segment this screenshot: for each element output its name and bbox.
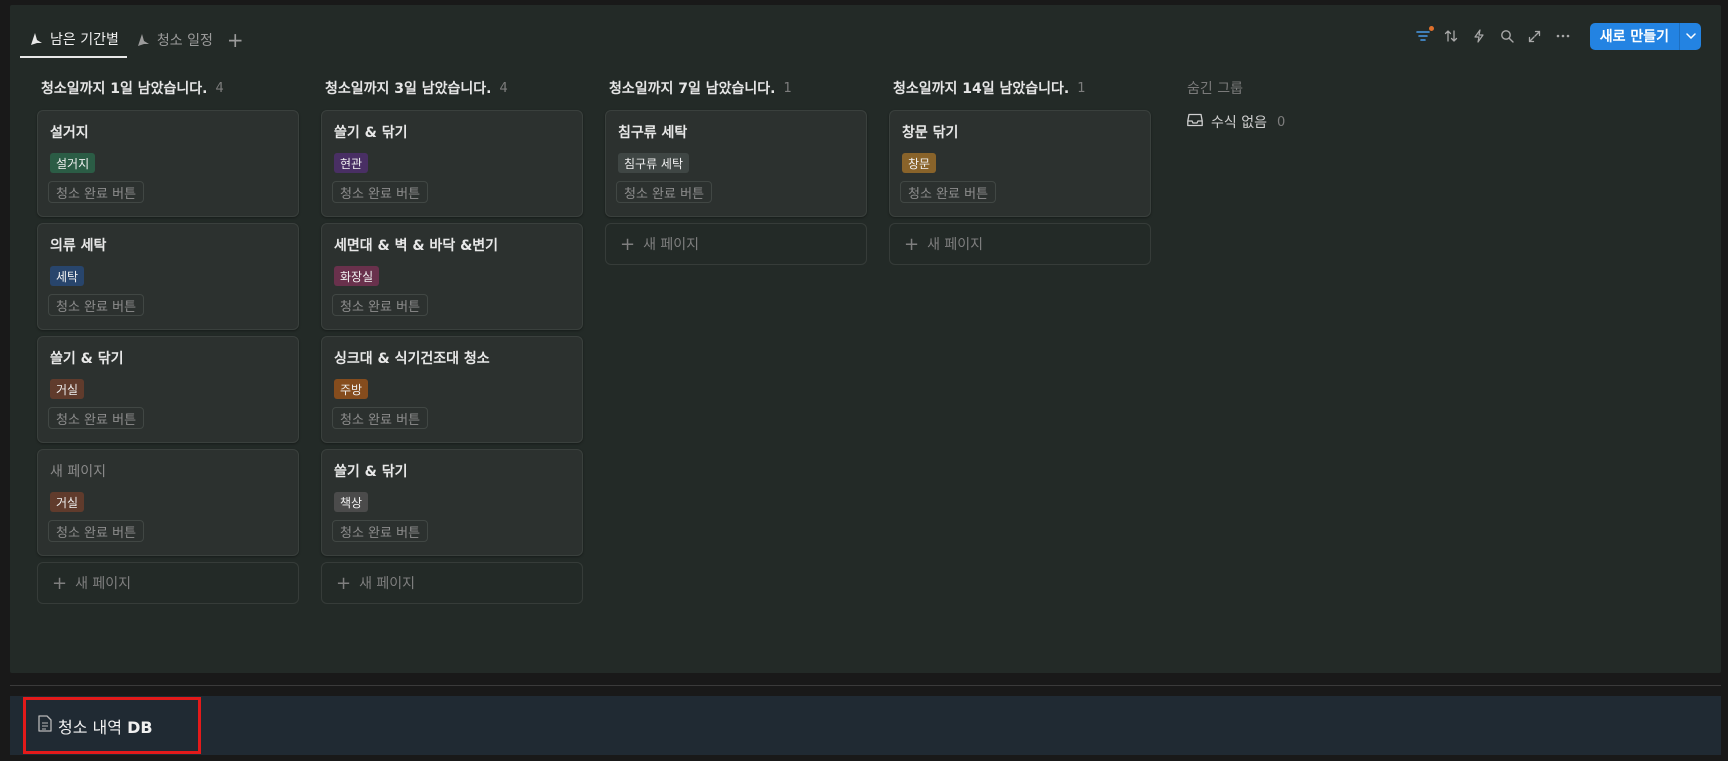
board-column: 청소일까지 14일 남았습니다. 1 창문 닦기 창문 청소 완료 버튼 + 새… bbox=[889, 74, 1151, 265]
card-title: 의류 세탁 bbox=[50, 238, 107, 254]
hidden-group-count: 0 bbox=[1276, 114, 1286, 130]
new-page-button[interactable]: + 새 페이지 bbox=[889, 223, 1151, 265]
new-button[interactable]: 새로 만들기 bbox=[1589, 22, 1679, 50]
new-page-label: 새 페이지 bbox=[927, 237, 984, 253]
card-title: 설거지 bbox=[50, 125, 89, 141]
tab-label: 청소 일정 bbox=[156, 33, 213, 49]
filter-active-dot bbox=[1428, 26, 1434, 31]
inbox-icon bbox=[1187, 113, 1203, 131]
column-header[interactable]: 청소일까지 1일 남았습니다. 4 bbox=[37, 74, 299, 102]
card-tag: 설거지 bbox=[50, 153, 96, 173]
card-title: 창문 닦기 bbox=[902, 125, 959, 141]
board-column: 청소일까지 1일 남았습니다. 4 설거지 설거지 청소 완료 버튼 의류 세탁… bbox=[37, 74, 299, 604]
hidden-groups-title: 숨긴 그룹 bbox=[1187, 81, 1243, 97]
board-card[interactable]: 의류 세탁 세탁 청소 완료 버튼 bbox=[37, 223, 299, 330]
column-header[interactable]: 청소일까지 14일 남았습니다. 1 bbox=[889, 74, 1151, 102]
automation-lightning-icon[interactable] bbox=[1470, 27, 1488, 45]
column-count: 4 bbox=[215, 80, 224, 96]
plus-icon: + bbox=[52, 572, 68, 594]
board-view-icon bbox=[28, 31, 44, 47]
complete-cleaning-button[interactable]: 청소 완료 버튼 bbox=[48, 294, 145, 316]
divider bbox=[10, 685, 1721, 686]
complete-cleaning-button[interactable]: 청소 완료 버튼 bbox=[332, 181, 429, 203]
card-title: 침구류 세탁 bbox=[618, 125, 688, 141]
complete-cleaning-button[interactable]: 청소 완료 버튼 bbox=[900, 181, 997, 203]
column-title: 청소일까지 3일 남았습니다. bbox=[325, 81, 492, 97]
column-title: 청소일까지 14일 남았습니다. bbox=[893, 81, 1070, 97]
board-view-icon bbox=[135, 32, 151, 48]
board-card[interactable]: 쓸기 & 닦기 책상 청소 완료 버튼 bbox=[321, 449, 583, 556]
board-card[interactable]: 쓸기 & 닦기 현관 청소 완료 버튼 bbox=[321, 110, 583, 217]
card-tag: 화장실 bbox=[334, 266, 380, 286]
board-column: 청소일까지 3일 남았습니다. 4 쓸기 & 닦기 현관 청소 완료 버튼 세면… bbox=[321, 74, 583, 604]
expand-icon[interactable] bbox=[1526, 27, 1544, 45]
new-page-label: 새 페이지 bbox=[643, 237, 700, 253]
card-title: 쓸기 & 닦기 bbox=[50, 351, 124, 367]
linked-page-row bbox=[10, 696, 1721, 755]
card-title: 세면대 & 벽 & 바닥 &변기 bbox=[334, 238, 499, 254]
new-page-label: 새 페이지 bbox=[75, 576, 132, 592]
column-title: 청소일까지 1일 남았습니다. bbox=[41, 81, 208, 97]
complete-cleaning-button[interactable]: 청소 완료 버튼 bbox=[332, 407, 429, 429]
card-tag: 침구류 세탁 bbox=[618, 153, 690, 173]
card-tag: 현관 bbox=[334, 153, 369, 173]
complete-cleaning-button[interactable]: 청소 완료 버튼 bbox=[332, 294, 429, 316]
complete-cleaning-button[interactable]: 청소 완료 버튼 bbox=[616, 181, 713, 203]
new-page-button[interactable]: + 새 페이지 bbox=[37, 562, 299, 604]
new-button-dropdown[interactable] bbox=[1679, 22, 1701, 50]
card-tag: 주방 bbox=[334, 379, 369, 399]
sort-icon[interactable] bbox=[1442, 27, 1460, 45]
view-toolbar: 새로 만들기 bbox=[1414, 22, 1701, 50]
board-card[interactable]: 쓸기 & 닦기 거실 청소 완료 버튼 bbox=[37, 336, 299, 443]
search-icon[interactable] bbox=[1498, 27, 1516, 45]
card-title: 쓸기 & 닦기 bbox=[334, 464, 408, 480]
tab-cleaning-schedule[interactable]: 청소 일정 bbox=[127, 22, 221, 58]
board-card[interactable]: 창문 닦기 창문 청소 완료 버튼 bbox=[889, 110, 1151, 217]
page-icon bbox=[38, 715, 52, 736]
card-tag: 책상 bbox=[334, 492, 369, 512]
new-button-group: 새로 만들기 bbox=[1589, 22, 1701, 50]
hidden-group-label: 수식 없음 bbox=[1211, 115, 1267, 131]
card-tag: 거실 bbox=[50, 492, 85, 512]
column-count: 1 bbox=[1077, 80, 1086, 96]
plus-icon: + bbox=[336, 572, 352, 594]
card-title: 새 페이지 bbox=[50, 464, 106, 480]
board-card[interactable]: 세면대 & 벽 & 바닥 &변기 화장실 청소 완료 버튼 bbox=[321, 223, 583, 330]
complete-cleaning-button[interactable]: 청소 완료 버튼 bbox=[332, 520, 429, 542]
cleaning-history-db-link[interactable]: 청소 내역 DB bbox=[23, 697, 201, 754]
complete-cleaning-button[interactable]: 청소 완료 버튼 bbox=[48, 181, 145, 203]
add-view-button[interactable]: + bbox=[221, 28, 250, 52]
plus-icon: + bbox=[904, 233, 920, 255]
card-tag: 세탁 bbox=[50, 266, 85, 286]
complete-cleaning-button[interactable]: 청소 완료 버튼 bbox=[48, 407, 145, 429]
board-card[interactable]: 새 페이지 거실 청소 완료 버튼 bbox=[37, 449, 299, 556]
hidden-groups: 숨긴 그룹 수식 없음 0 bbox=[1183, 74, 1383, 142]
column-header[interactable]: 청소일까지 3일 남았습니다. 4 bbox=[321, 74, 583, 102]
card-title: 쓸기 & 닦기 bbox=[334, 125, 408, 141]
board-card[interactable]: 싱크대 & 식기건조대 청소 주방 청소 완료 버튼 bbox=[321, 336, 583, 443]
board-card[interactable]: 침구류 세탁 침구류 세탁 청소 완료 버튼 bbox=[605, 110, 867, 217]
db-link-label: 청소 내역 DB bbox=[58, 717, 153, 737]
card-title: 싱크대 & 식기건조대 청소 bbox=[334, 351, 490, 367]
card-tag: 거실 bbox=[50, 379, 85, 399]
column-header[interactable]: 청소일까지 7일 남았습니다. 1 bbox=[605, 74, 867, 102]
new-page-label: 새 페이지 bbox=[359, 576, 416, 592]
column-title: 청소일까지 7일 남았습니다. bbox=[609, 81, 776, 97]
complete-cleaning-button[interactable]: 청소 완료 버튼 bbox=[48, 520, 145, 542]
tab-label: 남은 기간별 bbox=[50, 32, 119, 48]
filter-icon[interactable] bbox=[1414, 26, 1434, 45]
plus-icon: + bbox=[620, 233, 636, 255]
more-options-icon[interactable] bbox=[1554, 27, 1572, 45]
hidden-group-item[interactable]: 수식 없음 0 bbox=[1183, 102, 1383, 142]
tab-remaining-period[interactable]: 남은 기간별 bbox=[20, 22, 127, 58]
card-tag: 창문 bbox=[902, 153, 937, 173]
chevron-down-icon bbox=[1685, 33, 1696, 39]
board-column: 청소일까지 7일 남았습니다. 1 침구류 세탁 침구류 세탁 청소 완료 버튼… bbox=[605, 74, 867, 265]
column-count: 4 bbox=[499, 80, 508, 96]
column-count: 1 bbox=[783, 80, 792, 96]
new-page-button[interactable]: + 새 페이지 bbox=[321, 562, 583, 604]
new-page-button[interactable]: + 새 페이지 bbox=[605, 223, 867, 265]
view-tabs: 남은 기간별 청소 일정 + bbox=[20, 22, 250, 58]
board-card[interactable]: 설거지 설거지 청소 완료 버튼 bbox=[37, 110, 299, 217]
